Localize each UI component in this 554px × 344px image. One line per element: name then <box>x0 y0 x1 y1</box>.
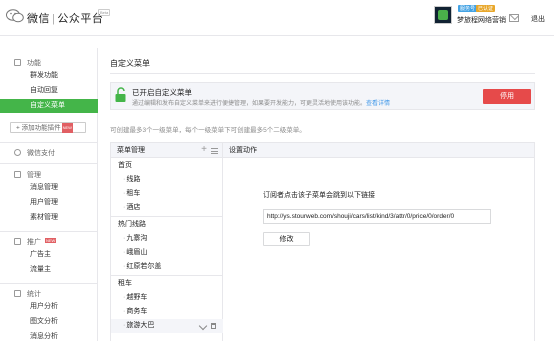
brand-name: 微信 <box>27 13 50 25</box>
notice-description: 通过编辑和发布自定义菜单来进行便捷管理，如果要开发能力，可更灵活地使用该功能。查… <box>132 101 391 107</box>
sidebar-section-wechat-pay[interactable]: 微信支付 <box>0 147 98 159</box>
submenu-item-hongyuan[interactable]: ·红原若尔盖 <box>111 260 223 274</box>
link-description: 订阅者点击该子菜单会跳到以下链接 <box>263 192 375 199</box>
edit-icon[interactable] <box>198 321 208 331</box>
sidebar-item-materials[interactable]: 素材管理 <box>0 211 98 225</box>
new-badge: NEW <box>61 123 73 133</box>
notice-title: 已开启自定义菜单 <box>132 88 192 97</box>
sidebar-divider <box>0 142 98 143</box>
menu-item-home[interactable]: 首页 <box>111 159 223 173</box>
chart-icon <box>14 290 21 297</box>
menu-item-rental[interactable]: 租车 <box>111 277 223 291</box>
submenu-item-jiuzhaigou[interactable]: ·九寨沟 <box>111 232 223 246</box>
sidebar-section-promote: 推广 NEW <box>0 236 98 248</box>
account-type-badge: 服务号 <box>458 5 478 12</box>
sidebar-section-manage: 管理 <box>0 169 98 181</box>
unlock-icon <box>115 87 126 102</box>
sidebar-divider <box>0 231 98 232</box>
menu-group-divider <box>111 275 223 276</box>
menu-management-panel: 菜单管理 + 首页 ·线路 ·租车 ·酒店 热门线路 ·九寨沟 ·峨眉山 ·红原… <box>110 142 223 341</box>
sidebar-item-message-analysis[interactable]: 消息分析 <box>0 330 98 344</box>
brand-title[interactable]: 微信 | 公众平台 <box>27 10 103 26</box>
submenu-item-car-rental[interactable]: ·租车 <box>111 187 223 201</box>
sidebar-item-users[interactable]: 用户管理 <box>0 196 98 210</box>
submenu-item-suv[interactable]: ·越野车 <box>111 291 223 305</box>
sidebar-item-publisher[interactable]: 流量主 <box>0 263 98 277</box>
page-title: 自定义菜单 <box>110 59 150 68</box>
submenu-item-business-car[interactable]: ·商务车 <box>111 305 223 319</box>
details-link[interactable]: 查看详情 <box>366 101 390 107</box>
sidebar-item-advertiser[interactable]: 广告主 <box>0 248 98 262</box>
disable-menu-button[interactable]: 停用 <box>483 89 531 104</box>
wechat-logo-icon <box>6 9 24 23</box>
settings-panel-header: 设置动作 <box>223 143 534 158</box>
modify-button[interactable]: 修改 <box>263 232 310 246</box>
sidebar: 功能 群发功能 自动回复 自定义菜单 + 添加功能插件 NEW 微信支付 管理 消… <box>0 48 98 341</box>
logout-link[interactable]: 退出 <box>531 14 545 24</box>
url-field[interactable]: http://ys.stourweb.com/shouji/cars/list/… <box>263 209 491 224</box>
sidebar-item-auto-reply[interactable]: 自动回复 <box>0 84 98 98</box>
action-settings-panel: 设置动作 订阅者点击该子菜单会跳到以下链接 http://ys.stourweb… <box>223 142 535 341</box>
sidebar-item-messages[interactable]: 消息管理 <box>0 181 98 195</box>
top-bar: 微信 | 公众平台 Beta 服务号 已认证 梦旅程网络营销 退出 <box>0 0 554 36</box>
sidebar-section-stats: 统计 <box>0 288 98 300</box>
menu-item-hot-routes[interactable]: 热门线路 <box>111 218 223 232</box>
submenu-item-routes[interactable]: ·线路 <box>111 173 223 187</box>
sidebar-divider <box>0 163 98 164</box>
new-badge: NEW <box>45 238 57 243</box>
megaphone-icon <box>14 238 21 245</box>
manage-icon <box>14 171 21 178</box>
sidebar-divider <box>0 283 98 284</box>
brand-separator: | <box>52 13 56 25</box>
sidebar-item-article-analysis[interactable]: 图文分析 <box>0 315 98 329</box>
submenu-item-emeishan[interactable]: ·峨眉山 <box>111 246 223 260</box>
mail-icon[interactable] <box>509 14 519 22</box>
sidebar-item-mass-send[interactable]: 群发功能 <box>0 69 98 83</box>
brand-subtitle: 公众平台 <box>57 13 104 25</box>
add-plugin-button[interactable]: + 添加功能插件 NEW <box>10 122 86 133</box>
wallet-icon <box>14 149 21 156</box>
delete-icon[interactable] <box>211 323 216 329</box>
sidebar-section-features: 功能 <box>0 57 98 69</box>
submenu-item-tour-bus[interactable]: ·旅游大巴 <box>111 319 223 333</box>
status-notice: 已开启自定义菜单 通过编辑和发布自定义菜单来进行便捷管理，如果要开发能力，可更灵… <box>110 82 535 110</box>
sidebar-item-custom-menu[interactable]: 自定义菜单 <box>0 99 98 113</box>
grid-icon <box>14 59 21 66</box>
add-icon[interactable]: + <box>201 145 207 155</box>
menu-panel-header: 菜单管理 + <box>111 143 222 158</box>
sidebar-item-user-analysis[interactable]: 用户分析 <box>0 300 98 314</box>
verified-badge: 已认证 <box>476 5 496 12</box>
sort-list-icon[interactable] <box>211 148 218 154</box>
brand-tag: Beta <box>98 9 111 16</box>
menu-group-divider <box>111 216 223 217</box>
submenu-item-hotel[interactable]: ·酒店 <box>111 201 223 215</box>
account-avatar[interactable] <box>434 6 452 24</box>
menu-limit-tip: 可创建最多3个一级菜单，每个一级菜单下可创建最多5个二级菜单。 <box>110 127 306 134</box>
account-name[interactable]: 梦旅程网络营销 <box>457 15 506 25</box>
title-divider <box>110 73 535 74</box>
